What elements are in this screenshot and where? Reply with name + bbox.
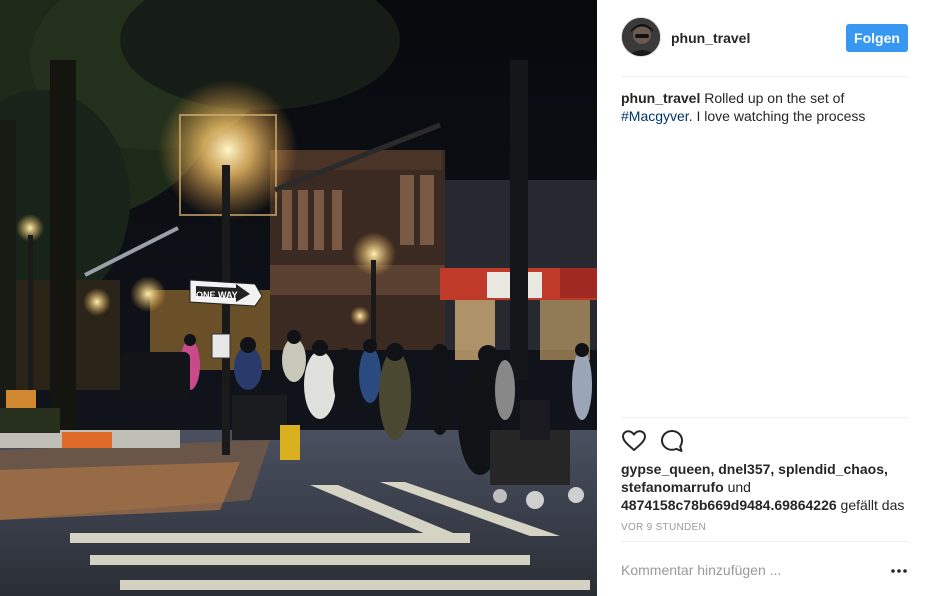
more-options-icon[interactable] <box>890 564 908 578</box>
caption-username[interactable]: phun_travel <box>621 90 700 106</box>
header-username[interactable]: phun_travel <box>671 30 750 46</box>
actions-divider <box>621 417 908 418</box>
header-divider <box>621 76 908 77</box>
post-caption: phun_travel Rolled up on the set of #Mac… <box>621 89 908 125</box>
likes-connector: und <box>727 479 751 495</box>
post-details-panel: phun_travel Folgen phun_travel Rolled up… <box>597 0 930 596</box>
avatar-image <box>622 18 660 56</box>
night-street-scene: ONE WAY <box>0 0 597 596</box>
likers-last[interactable]: 4874158c78b669d9484.69864226 <box>621 497 837 513</box>
comment-bubble-icon[interactable] <box>659 428 685 454</box>
post-actions <box>621 428 741 454</box>
post-photo[interactable]: ONE WAY <box>0 0 597 596</box>
likes-suffix: gefällt das <box>840 497 905 513</box>
likers-names[interactable]: gypse_queen, dnel357, splendid_chaos, st… <box>621 461 888 495</box>
comment-row: Kommentar hinzufügen ... <box>621 558 908 584</box>
caption-text: Rolled up on the set of <box>704 90 845 106</box>
heart-icon[interactable] <box>621 428 647 454</box>
follow-button[interactable]: Folgen <box>846 24 908 52</box>
svg-text:ONE WAY: ONE WAY <box>196 290 238 300</box>
post-header: phun_travel Folgen <box>621 17 908 59</box>
comment-divider <box>621 541 908 542</box>
post-timestamp[interactable]: VOR 9 STUNDEN <box>621 522 706 533</box>
avatar[interactable] <box>621 17 661 57</box>
comment-input[interactable]: Kommentar hinzufügen ... <box>621 562 781 578</box>
caption-tail: . I love watching the process <box>688 108 866 124</box>
caption-hashtag[interactable]: #Macgyver <box>621 108 689 124</box>
likes-summary: gypse_queen, dnel357, splendid_chaos, st… <box>621 460 921 514</box>
